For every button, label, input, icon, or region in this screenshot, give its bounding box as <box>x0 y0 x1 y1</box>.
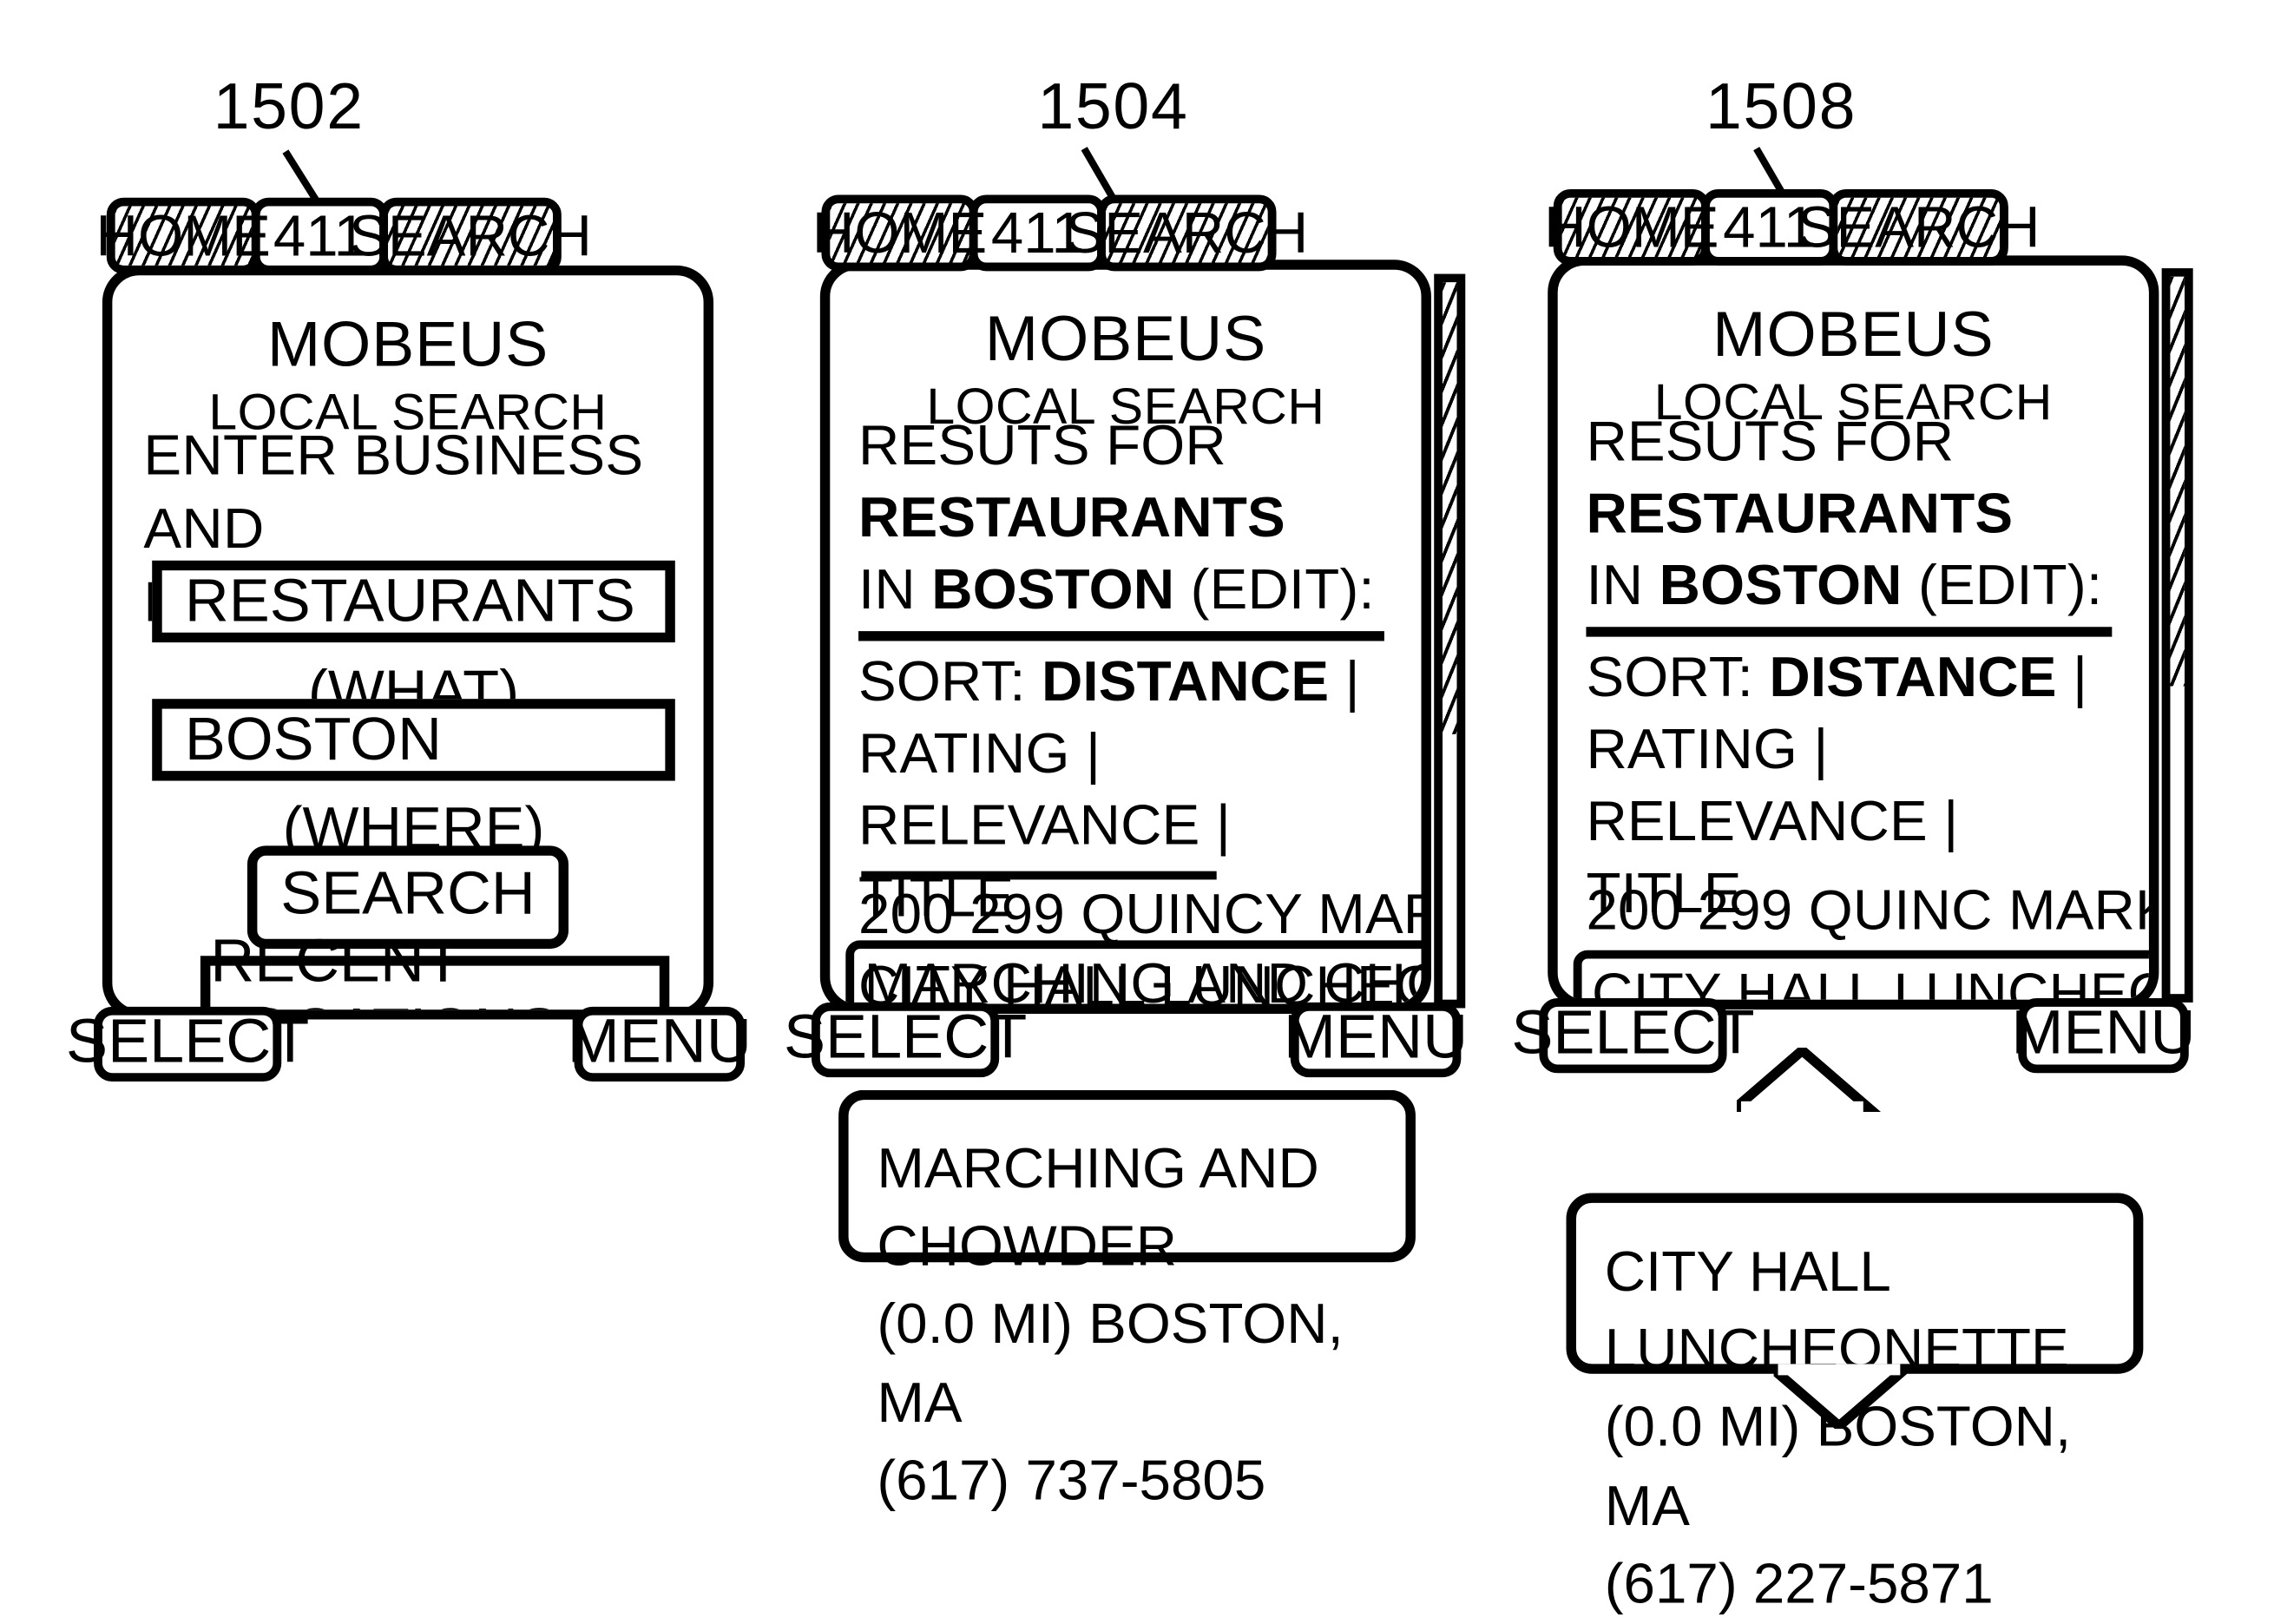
tab-home-panel2[interactable]: HOME <box>812 194 987 272</box>
brand-name: MOBEUS <box>984 302 1267 375</box>
bubble-tail-panel3 <box>1773 1364 1945 1430</box>
tab-home-label: HOME <box>95 202 271 268</box>
softkey-menu-panel3[interactable]: MENU <box>2011 997 2196 1074</box>
sort-option-distance[interactable]: DISTANCE <box>1042 650 1329 713</box>
sort-label: SORT: <box>1586 646 1770 708</box>
results-city: BOSTON <box>1659 555 1903 618</box>
softkey-select-panel3[interactable]: SELECT <box>1511 997 1755 1074</box>
tab-home-label: HOME <box>1544 194 1719 260</box>
bubble-distance-city: (0.0 MI) BOSTON, MA <box>877 1293 1344 1434</box>
results-prefix: RESUTS FOR <box>858 415 1226 477</box>
tab-search-label: SEARCH <box>349 202 592 268</box>
results-query: RESTAURANTS <box>1586 483 2014 546</box>
bubble-phone[interactable]: (617) 737-5805 <box>877 1443 1405 1521</box>
tabbar-panel1: HOME 411 SEARCH <box>96 197 592 274</box>
callout-1508: 1508 <box>1706 69 1857 143</box>
screen-panel3: MOBEUS LOCAL SEARCH RESUTS FOR RESTAURAN… <box>1548 255 2159 1010</box>
sort-sep-3: | <box>1199 794 1232 858</box>
where-input[interactable]: BOSTON <box>152 699 675 781</box>
softkey-select-panel2[interactable]: SELECT <box>784 1002 1027 1078</box>
tabbar-panel2: HOME 411 SEARCH <box>812 194 1308 272</box>
sort-sep-3: | <box>1927 790 1959 853</box>
result-item-address: 200 299 QUINCY MARKET, BOS… <box>858 884 1421 946</box>
bubble-business-name: MARCHING AND CHOWDER <box>877 1138 1319 1279</box>
heading-divider <box>858 630 1384 641</box>
results-in: IN <box>1586 555 1659 618</box>
results-list-panel3-lower: 200 299 QUINC MARKET, BOS… CITY HALL LUN… <box>1573 876 2149 1000</box>
results-query: RESTAURANTS <box>858 487 1285 550</box>
tab-search-panel2[interactable]: SEARCH <box>1065 194 1308 272</box>
tab-search-panel3[interactable]: SEARCH <box>1798 188 2041 266</box>
sort-sep-2: | <box>1069 722 1101 786</box>
brand-name: MOBEUS <box>266 307 549 380</box>
softkey-select-panel1[interactable]: SELECT <box>66 1006 309 1082</box>
softkey-menu-panel2[interactable]: MENU <box>1284 1002 1468 1078</box>
results-list-panel2-lower: 200 299 QUINCY MARKET, BOS… CITY HALL LU… <box>858 879 1421 1003</box>
heading-divider <box>1586 626 2113 636</box>
results-prefix: RESUTS FOR <box>1586 411 1955 473</box>
bubble-tail-panel2 <box>1737 1047 1908 1113</box>
sort-sep-1: | <box>2056 646 2088 708</box>
results-city: BOSTON <box>931 559 1175 622</box>
patent-figure: 1502 HOME 411 SEARCH MOBEUS LOCAL SEARCH <box>0 0 2274 1615</box>
tab-search-panel1[interactable]: SEARCH <box>349 197 592 274</box>
tab-home-panel1[interactable]: HOME <box>96 197 271 274</box>
tab-search-label: SEARCH <box>1065 200 1309 265</box>
info-bubble-panel3: CITY HALL LUNCHEONETTE (0.0 MI) BOSTON, … <box>1566 1193 2144 1615</box>
scrollbar-panel3[interactable] <box>2161 268 2193 1003</box>
sort-option-relevance[interactable]: RELEVANCE <box>1586 791 1927 853</box>
screen-panel2: MOBEUS LOCAL SEARCH RESUTS FOR RESTAURAN… <box>819 260 1431 1014</box>
bubble-phone[interactable]: (617) 227-5871 <box>1605 1546 2133 1624</box>
sort-sep-2: | <box>1798 718 1829 781</box>
callout-1502: 1502 <box>213 69 365 143</box>
tabbar-panel3: HOME 411 SEARCH <box>1544 188 2041 266</box>
callout-1504: 1504 <box>1037 69 1189 143</box>
tab-home-panel3[interactable]: HOME <box>1544 188 1719 266</box>
sort-option-rating[interactable]: RATING <box>1586 719 1798 781</box>
what-input[interactable]: RESTAURANTS <box>152 560 675 643</box>
results-heading: RESUTS FOR RESTAURANTS IN BOSTON (EDIT): <box>858 411 1384 628</box>
what-input-value: RESTAURANTS <box>184 567 635 635</box>
sort-sep-1: | <box>1329 650 1360 713</box>
tab-home-label: HOME <box>812 200 988 265</box>
info-bubble-panel2: MARCHING AND CHOWDER (0.0 MI) BOSTON, MA… <box>838 1089 1416 1512</box>
brand-name: MOBEUS <box>1712 298 1995 371</box>
softkey-menu-panel1[interactable]: MENU <box>568 1006 752 1082</box>
results-in: IN <box>858 559 932 622</box>
tab-search-label: SEARCH <box>1797 194 2041 260</box>
sort-option-relevance[interactable]: RELEVANCE <box>858 795 1199 858</box>
sort-label: SORT: <box>858 650 1042 713</box>
hidden-listing-underline <box>861 871 1217 880</box>
sort-option-distance[interactable]: DISTANCE <box>1769 646 2056 708</box>
screen-panel1: MOBEUS LOCAL SEARCH ENTER BUSINESS AND L… <box>102 265 714 1020</box>
instruction-line-1: ENTER BUSINESS AND <box>143 424 644 561</box>
where-input-value: BOSTON <box>184 705 442 773</box>
scrollbar-thumb-panel2[interactable] <box>1443 282 1457 734</box>
results-edit-link[interactable]: (EDIT): <box>1903 556 2103 618</box>
scrollbar-thumb-panel3[interactable] <box>2170 276 2185 686</box>
scrollbar-panel2[interactable] <box>1434 273 1466 1009</box>
results-heading: RESUTS FOR RESTAURANTS IN BOSTON (EDIT): <box>1586 406 2112 623</box>
result-item-address: 200 299 QUINC MARKET, BOS… <box>1586 879 2148 942</box>
sort-option-rating[interactable]: RATING <box>858 722 1070 785</box>
results-edit-link[interactable]: (EDIT): <box>1174 560 1375 622</box>
